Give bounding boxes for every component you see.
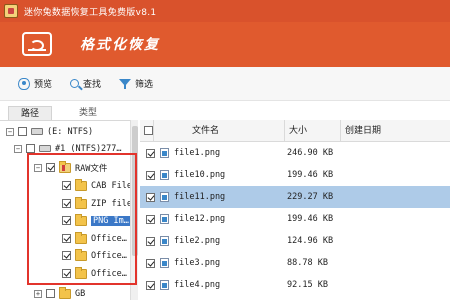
partition-icon [39, 145, 51, 152]
search-icon [70, 79, 80, 88]
column-header-size[interactable]: 大小 [285, 120, 341, 142]
image-file-icon [160, 236, 169, 246]
checkbox[interactable] [26, 144, 35, 153]
tree-root-label: (E: NTFS) [47, 126, 94, 137]
file-size: 124.96 KB [287, 236, 334, 246]
file-name: file12.png [174, 214, 226, 224]
tree-partition-label: #1 (NTFS)277… [55, 143, 122, 154]
window-title: 迷你兔数据恢复工具免费版v8.1 [24, 7, 157, 18]
highlight-box [27, 153, 137, 285]
file-size: 199.46 KB [287, 214, 334, 224]
row-checkbox[interactable] [146, 280, 155, 290]
image-file-icon [160, 192, 169, 202]
filter-button[interactable]: 筛选 [119, 77, 153, 90]
collapse-icon[interactable]: − [14, 144, 22, 153]
image-file-icon [160, 170, 169, 180]
file-name: file10.png [174, 170, 226, 180]
table-row-selected[interactable]: file11.png 229.27 KB [140, 186, 450, 208]
header-select-col[interactable] [140, 120, 154, 142]
table-row[interactable]: file3.png 88.78 KB [140, 252, 450, 274]
table-row[interactable]: file1.png 246.90 KB [140, 142, 450, 164]
filter-label: 筛选 [135, 80, 154, 90]
image-file-icon [160, 258, 169, 268]
filter-icon [119, 78, 132, 90]
file-name: file11.png [174, 192, 226, 202]
list-header: 文件名 大小 创建日期 [140, 120, 450, 142]
file-list: 文件名 大小 创建日期 file1.png 246.90 KB file10.p… [140, 120, 450, 300]
title-bar: 迷你兔数据恢复工具免费版v8.1 [0, 0, 450, 22]
row-checkbox[interactable] [146, 148, 155, 158]
file-name: file4.png [174, 280, 221, 290]
format-recovery-icon [22, 32, 52, 56]
tree-root-drive[interactable]: − (E: NTFS) [6, 123, 93, 140]
table-row[interactable]: file10.png 199.46 KB [140, 164, 450, 186]
tab-type[interactable]: 类型 [64, 106, 112, 121]
file-name: file3.png [174, 258, 221, 268]
file-name: file2.png [174, 236, 221, 246]
mode-header: 格式化恢复 [0, 22, 450, 67]
expand-icon[interactable]: + [34, 289, 42, 298]
select-all-checkbox[interactable] [144, 126, 153, 135]
table-row[interactable]: file2.png 124.96 KB [140, 230, 450, 252]
file-size: 229.27 KB [287, 192, 334, 202]
column-header-name[interactable]: 文件名 [154, 120, 285, 142]
file-size: 92.15 KB [287, 280, 328, 290]
table-row[interactable]: file12.png 199.46 KB [140, 208, 450, 230]
image-file-icon [160, 280, 169, 290]
column-header-created[interactable]: 创建日期 [341, 120, 450, 142]
row-checkbox[interactable] [146, 214, 155, 224]
row-checkbox[interactable] [146, 192, 155, 202]
left-panel-tabs: 路径 类型 [0, 102, 140, 121]
app-logo-icon [4, 4, 18, 18]
tree-gb-folder[interactable]: + GB [34, 285, 85, 300]
collapse-icon[interactable]: − [6, 127, 14, 136]
find-label: 查找 [83, 80, 102, 90]
toolbar: 预览 查找 筛选 [0, 67, 450, 101]
row-checkbox[interactable] [146, 258, 155, 268]
folder-icon [59, 286, 71, 299]
row-checkbox[interactable] [146, 170, 155, 180]
drive-icon [31, 128, 43, 135]
find-button[interactable]: 查找 [70, 77, 101, 90]
preview-label: 预览 [34, 80, 53, 90]
file-size: 246.90 KB [287, 148, 334, 158]
file-size: 199.46 KB [287, 170, 334, 180]
file-size: 88.78 KB [287, 258, 328, 268]
preview-button[interactable]: 预览 [18, 77, 52, 90]
eye-icon [18, 77, 30, 90]
checkbox[interactable] [18, 127, 27, 136]
mode-title: 格式化恢复 [80, 37, 160, 53]
image-file-icon [160, 214, 169, 224]
checkbox[interactable] [46, 289, 55, 298]
file-name: file1.png [174, 148, 221, 158]
tab-path[interactable]: 路径 [8, 106, 52, 121]
tree-gb-label: GB [75, 288, 86, 299]
image-file-icon [160, 148, 169, 158]
row-checkbox[interactable] [146, 236, 155, 246]
table-row[interactable]: file4.png 92.15 KB [140, 274, 450, 296]
